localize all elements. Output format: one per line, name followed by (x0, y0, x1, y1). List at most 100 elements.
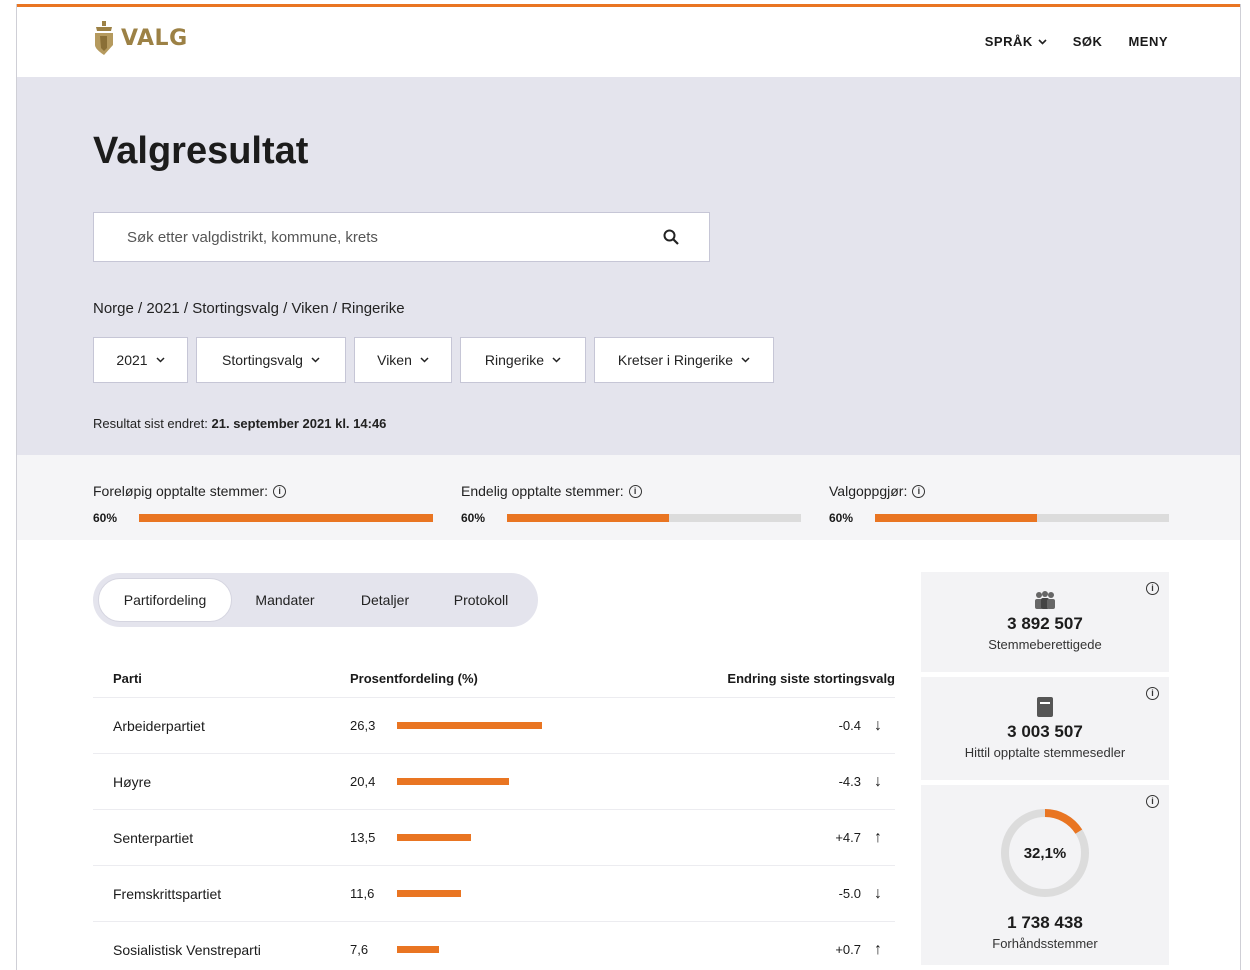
advance-votes-donut: 32,1% (999, 807, 1091, 899)
arrow-down-icon: ↓ (874, 884, 882, 902)
party-name: Fremskrittspartiet (113, 885, 222, 902)
header-change: Endring siste stortingsvalg (727, 671, 895, 686)
chevron-down-icon (552, 357, 561, 363)
percent-cell: 11,6 (350, 886, 690, 901)
coat-of-arms-icon (95, 21, 113, 55)
tab-protokoll[interactable]: Protokoll (432, 578, 530, 622)
table-row: Arbeiderpartiet 26,3 -0.4 ↓ (93, 698, 895, 754)
percent-bar (397, 890, 461, 897)
progress-track (138, 514, 433, 522)
filter-county[interactable]: Viken (354, 337, 452, 383)
percent-bar (397, 946, 439, 953)
nav-menu-label: MENY (1128, 34, 1168, 49)
percent-value: 7,6 (350, 942, 369, 957)
info-icon[interactable]: i (273, 484, 287, 498)
header-party: Parti (113, 671, 142, 686)
page-title: Valgresultat (93, 130, 309, 172)
percent-value: 26,3 (350, 718, 376, 733)
info-icon[interactable]: i (912, 484, 926, 498)
change-value: +0.7 (835, 942, 861, 957)
info-icon[interactable]: i (628, 484, 642, 498)
filter-row: 2021 Stortingsvalg Viken Ringerike Krets… (93, 337, 774, 383)
ballot-icon (1037, 697, 1053, 717)
search-input[interactable] (127, 228, 663, 246)
percent-value: 11,6 (350, 886, 375, 901)
donut-label: 32,1% (1023, 844, 1067, 862)
party-results-table: Parti Prosentfordeling (%) Endring siste… (93, 660, 895, 970)
breadcrumb: Norge / 2021 / Stortingsvalg / Viken / R… (93, 300, 405, 317)
change-cell: -5.0 ↓ (690, 885, 895, 903)
chevron-down-icon (156, 357, 165, 363)
header-nav: SPRÅK SØK MENY (985, 34, 1168, 49)
percent-bar (397, 778, 509, 785)
last-updated: Resultat sist endret: 21. september 2021… (93, 416, 386, 431)
filter-municipality[interactable]: Ringerike (460, 337, 586, 383)
progress-fill (874, 514, 1037, 522)
nav-search[interactable]: SØK (1073, 34, 1103, 49)
tab-partifordeling[interactable]: Partifordeling (98, 578, 232, 622)
progress-final: Endelig opptalte stemmer: i 60% (461, 483, 801, 525)
change-cell: +0.7 ↑ (690, 941, 895, 959)
change-value: -4.3 (838, 774, 861, 789)
table-row: Høyre 20,4 -4.3 ↓ (93, 754, 895, 810)
card-label: Forhåndsstemmer (992, 936, 1098, 951)
nav-language[interactable]: SPRÅK (985, 34, 1047, 49)
party-name: Arbeiderpartiet (113, 717, 205, 734)
card-value: 3 892 507 (1007, 614, 1083, 633)
progress-percent: 60% (461, 511, 486, 525)
arrow-down-icon: ↓ (874, 772, 882, 790)
progress-label: Foreløpig opptalte stemmer: (93, 483, 269, 499)
card-counted-ballots: i 3 003 507 Hittil opptalte stemmesedler (921, 677, 1169, 780)
change-value: -0.4 (838, 718, 861, 733)
table-header: Parti Prosentfordeling (%) Endring siste… (93, 660, 895, 698)
filter-election[interactable]: Stortingsvalg (196, 337, 346, 383)
info-icon[interactable]: i (1146, 795, 1159, 808)
party-name: Senterpartiet (113, 829, 194, 846)
change-value: -5.0 (838, 886, 861, 901)
last-updated-label: Resultat sist endret: (93, 416, 208, 431)
percent-cell: 20,4 (350, 774, 690, 789)
tab-mandater[interactable]: Mandater (232, 578, 338, 622)
last-updated-value: 21. september 2021 kl. 14:46 (211, 416, 387, 431)
change-cell: -4.3 ↓ (690, 773, 895, 791)
table-row: Sosialistisk Venstreparti 7,6 +0.7 ↑ (93, 922, 895, 970)
progress-settlement: Valgoppgjør: i 60% (829, 483, 1169, 525)
change-cell: +4.7 ↑ (690, 829, 895, 847)
percent-bar (397, 722, 542, 729)
change-cell: -0.4 ↓ (690, 717, 895, 735)
hero-section: Valgresultat Norge / 2021 / Stortingsval… (17, 77, 1240, 455)
percent-bar (397, 834, 471, 841)
filter-year-label: 2021 (116, 352, 148, 368)
tab-detaljer[interactable]: Detaljer (338, 578, 432, 622)
result-tabs: Partifordeling Mandater Detaljer Protoko… (93, 573, 538, 627)
arrow-up-icon: ↑ (874, 940, 882, 958)
people-icon (1035, 591, 1055, 609)
card-value: 3 003 507 (1007, 722, 1083, 741)
summary-cards: i 3 892 507 Stemmeberettigede i 3 003 50… (921, 572, 1169, 970)
info-icon[interactable]: i (1146, 582, 1159, 595)
filter-year[interactable]: 2021 (93, 337, 188, 383)
percent-cell: 13,5 (350, 830, 690, 845)
percent-value: 13,5 (350, 830, 376, 845)
progress-label: Endelig opptalte stemmer: (461, 483, 624, 499)
percent-cell: 26,3 (350, 718, 690, 733)
card-label: Hittil opptalte stemmesedler (964, 745, 1126, 760)
nav-menu[interactable]: MENY (1128, 34, 1168, 49)
filter-county-label: Viken (377, 352, 412, 368)
info-icon[interactable]: i (1146, 687, 1159, 700)
chevron-down-icon (311, 357, 320, 363)
search-icon[interactable] (663, 229, 679, 245)
change-value: +4.7 (835, 830, 861, 845)
nav-search-label: SØK (1072, 34, 1103, 49)
card-value: 1 738 438 (1007, 913, 1083, 932)
chevron-down-icon (1038, 38, 1047, 45)
table-row: Senterpartiet 13,5 +4.7 ↑ (93, 810, 895, 866)
filter-district[interactable]: Kretser i Ringerike (594, 337, 774, 383)
card-advance-votes: i 32,1% 1 738 438 Forhåndsstemmer (921, 785, 1169, 965)
progress-fill (138, 514, 433, 522)
valg-logo[interactable]: VALG (93, 21, 188, 55)
count-progress: Foreløpig opptalte stemmer: i 60% Endelig… (17, 455, 1240, 540)
progress-preliminary: Foreløpig opptalte stemmer: i 60% (93, 483, 433, 525)
header-percent: Prosentfordeling (%) (350, 671, 478, 686)
chevron-down-icon (420, 357, 429, 363)
